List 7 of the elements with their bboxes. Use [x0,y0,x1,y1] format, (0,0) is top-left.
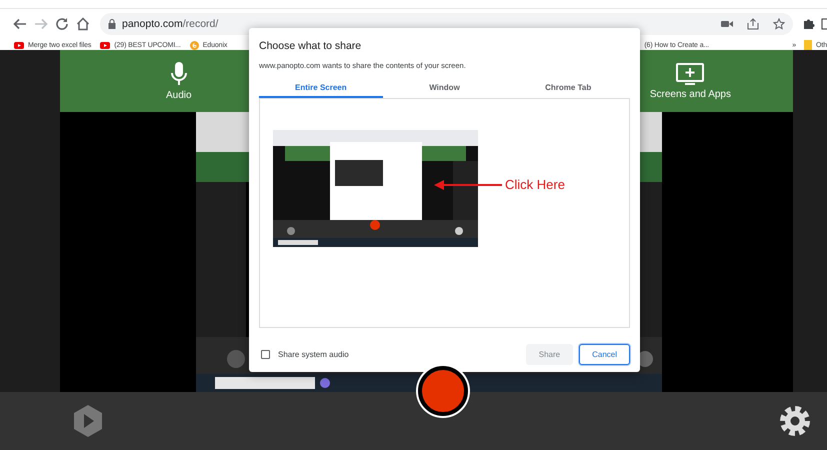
tab[interactable]: Chrome Tab [506,80,630,98]
dialog-title: Choose what to share [259,40,362,52]
url-text: panopto.com/record/ [122,18,218,30]
source-button[interactable]: Screens and Apps [644,50,737,112]
tab[interactable]: Entire Screen [259,80,383,98]
source-button[interactable]: Audio [160,50,198,112]
tab[interactable]: Window [382,80,506,98]
